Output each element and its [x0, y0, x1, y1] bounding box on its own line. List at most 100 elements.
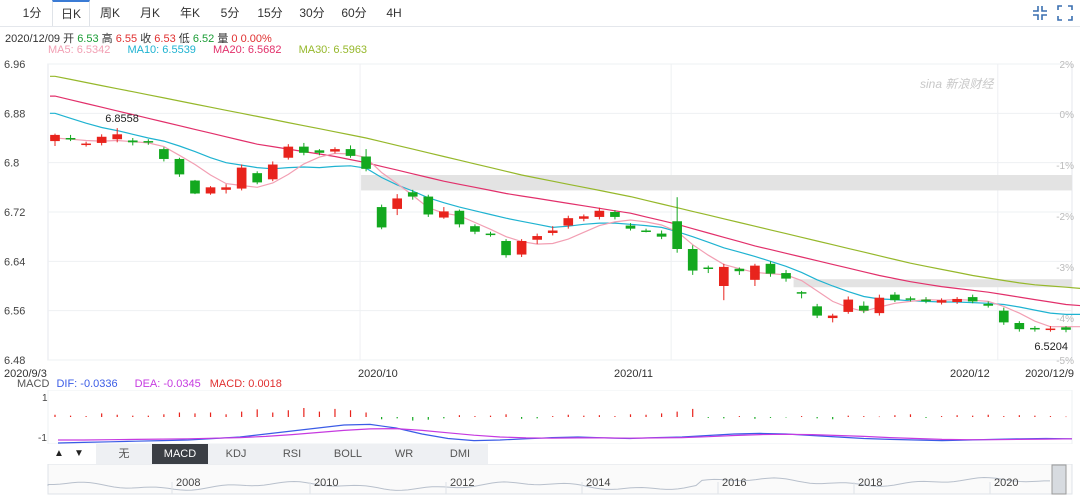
- candle-body: [734, 268, 745, 272]
- navigator-frame: [47, 464, 1073, 495]
- indicator-tab-DMI[interactable]: DMI: [432, 444, 489, 464]
- navigator-year-label: 2016: [722, 477, 746, 489]
- macd-bar: [489, 415, 492, 417]
- candle-body: [485, 233, 496, 236]
- macd-bar: [676, 411, 678, 417]
- macd-bar: [194, 413, 196, 417]
- navigator-year-label: 2010: [314, 477, 338, 489]
- candle-body: [998, 310, 1009, 323]
- macd-bar: [381, 417, 383, 420]
- candle-body: [361, 156, 371, 169]
- right-pct-tick: -4%: [1056, 314, 1074, 325]
- y-tick-label: 6.72: [4, 207, 25, 219]
- macd-bar: [614, 416, 616, 417]
- candle-body: [1030, 327, 1040, 330]
- macd-bar: [69, 415, 72, 417]
- macd-bar: [878, 416, 880, 418]
- indicator-tab-RSI[interactable]: RSI: [264, 444, 321, 464]
- indicator-tab-WR[interactable]: WR: [376, 444, 433, 464]
- indicator-tab-BOLL[interactable]: BOLL: [320, 444, 377, 464]
- macd-bar: [116, 414, 118, 417]
- candle: [423, 194, 434, 217]
- candle-body: [843, 299, 854, 312]
- candle-body: [81, 143, 91, 146]
- macd-bar: [645, 414, 647, 417]
- candle: [376, 204, 387, 230]
- macd-bar: [1065, 416, 1067, 418]
- candle-body: [672, 221, 682, 249]
- candle-body: [874, 297, 885, 314]
- right-pct-tick: -1%: [1056, 161, 1074, 172]
- macd-bar: [334, 408, 336, 417]
- macd-y-top: 1: [42, 393, 48, 404]
- right-pct-tick: 2%: [1060, 60, 1075, 71]
- y-tick-label: 6.88: [4, 108, 25, 120]
- macd-bar: [318, 411, 321, 417]
- navigator-year-label: 2020: [994, 477, 1018, 489]
- candle-body: [376, 207, 387, 228]
- indicator-tab-无[interactable]: 无: [96, 444, 153, 464]
- candle-body: [299, 146, 309, 153]
- macd-chart[interactable]: 1 -1: [0, 390, 1080, 444]
- macd-bar: [800, 416, 803, 417]
- candle-body: [812, 306, 822, 316]
- macd-bar: [707, 417, 709, 418]
- macd-bar: [583, 415, 585, 417]
- right-pct-tick: -3%: [1056, 263, 1074, 274]
- macd-bar: [427, 417, 429, 420]
- candle-body: [143, 141, 154, 143]
- candle-body: [610, 212, 620, 217]
- candle-body: [983, 303, 994, 306]
- macd-bar: [178, 412, 181, 417]
- candle-body: [283, 146, 294, 158]
- candle-body: [967, 297, 978, 302]
- candle-body: [703, 267, 714, 269]
- macd-bar: [894, 415, 896, 417]
- macd-bar: [443, 417, 445, 419]
- macd-bar: [1018, 415, 1020, 417]
- macd-bar: [147, 415, 149, 417]
- x-tick-label: 2020/12/9: [1025, 368, 1074, 380]
- scroll-right-arrow[interactable]: ▼: [70, 444, 88, 464]
- candle-body: [174, 158, 185, 175]
- candle: [501, 239, 511, 258]
- x-tick-label: 2020/12: [950, 368, 990, 380]
- indicator-tab-MACD[interactable]: MACD: [152, 444, 209, 464]
- candle-body: [501, 240, 511, 256]
- macd-bar: [505, 414, 507, 417]
- candle-body: [205, 187, 216, 194]
- candle: [687, 245, 698, 275]
- candle-body: [127, 140, 138, 143]
- macd-bar: [629, 414, 632, 417]
- x-tick-label: 2020/10: [358, 368, 398, 380]
- dea-legend: DEA: -0.0345: [134, 378, 201, 390]
- macd-bar: [692, 408, 694, 417]
- indicator-tab-KDJ[interactable]: KDJ: [208, 444, 265, 464]
- scroll-left-arrow[interactable]: ▲: [50, 444, 68, 464]
- macd-bar: [940, 416, 943, 417]
- macd-bar: [272, 412, 274, 417]
- macd-bar: [349, 410, 352, 417]
- range-navigator[interactable]: 2008 2010 2012 2014 2016 2018 2020: [0, 464, 1080, 495]
- macd-bar: [754, 417, 756, 419]
- candlestick-chart[interactable]: 6.96 6.88 6.8 6.72 6.64 6.56 6.48 2% 0% -1% -2% -3%…: [0, 0, 1080, 380]
- candle-body: [936, 300, 947, 303]
- candle: [190, 179, 200, 195]
- macd-plot-area: [47, 390, 1073, 444]
- candle-body: [687, 249, 698, 271]
- macd-bar: [987, 414, 989, 417]
- candle-body: [1061, 327, 1071, 330]
- candle-body: [252, 173, 263, 183]
- navigator-year-label: 2014: [586, 477, 610, 489]
- candle: [874, 294, 885, 316]
- high-annotation: 6.8558: [105, 113, 139, 125]
- navigator-handle[interactable]: [1051, 464, 1067, 495]
- candle-body: [890, 294, 900, 301]
- macd-bar: [241, 411, 243, 417]
- candle-body: [563, 218, 574, 226]
- candle-body: [392, 198, 403, 209]
- y-tick-label: 6.96: [4, 59, 25, 71]
- macd-bar: [303, 408, 305, 417]
- candle-body: [159, 149, 169, 159]
- candle: [516, 239, 527, 258]
